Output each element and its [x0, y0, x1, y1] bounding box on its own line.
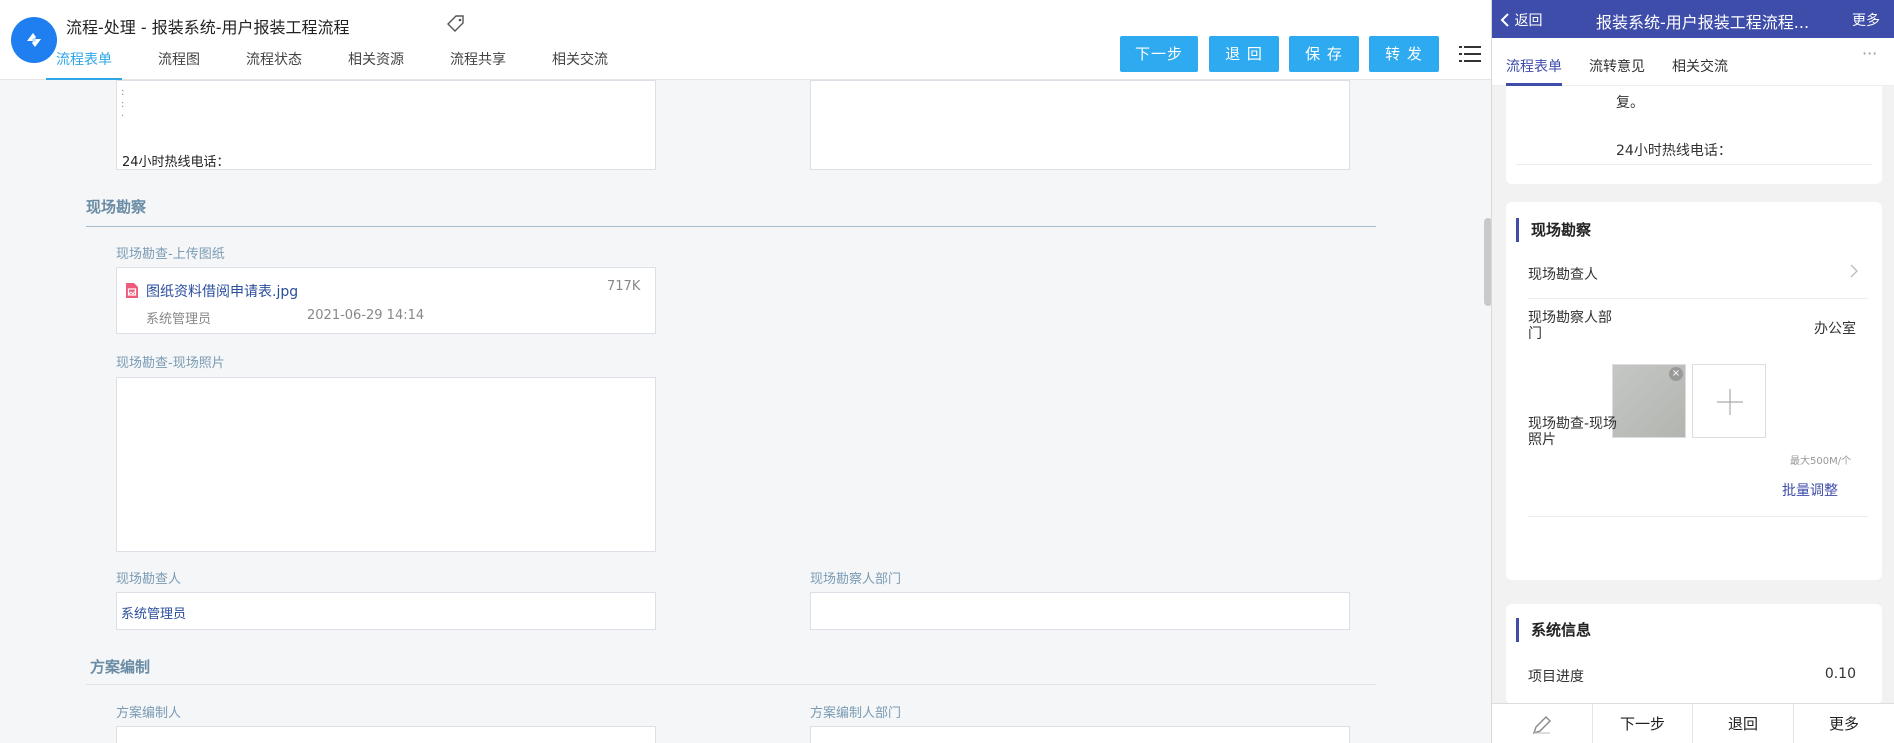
- attachment-size: 717K: [607, 279, 641, 294]
- plan-author-dept-label: 方案编制人部门: [810, 706, 902, 721]
- mobile-tab-form[interactable]: 流程表单: [1506, 56, 1562, 76]
- mobile-tab-discussion[interactable]: 相关交流: [1672, 56, 1728, 76]
- tab-resources[interactable]: 相关资源: [348, 50, 404, 80]
- mobile-section-title-system-info: 系统信息: [1516, 618, 1591, 642]
- form-area: :: · 24小时热线电话： 现场勘察 现场勘查-上传图纸 图纸资料借阅申请表.j…: [40, 80, 1428, 743]
- surveyor-dept-label: 现场勘察人部门: [810, 572, 902, 587]
- tab-discussion[interactable]: 相关交流: [552, 50, 608, 80]
- mobile-surveyor-label: 现场勘查人: [1528, 267, 1598, 283]
- attachment-file-link[interactable]: 图纸资料借阅申请表.jpg: [146, 281, 298, 301]
- mobile-title: 报装系统-用户报装工程流程...: [1596, 13, 1810, 32]
- mobile-return-button[interactable]: 退回: [1692, 704, 1793, 743]
- mobile-footer: 下一步 退回 更多: [1492, 703, 1894, 743]
- section-divider: [86, 684, 1376, 685]
- label-line: 现场勘察人部: [1528, 310, 1612, 326]
- plan-author-label: 方案编制人: [116, 706, 182, 721]
- surveyor-label: 现场勘查人: [116, 572, 182, 587]
- top-bar: 流程-处理 - 报装系统-用户报装工程流程 流程表单 流程图 流程状态 相关资源…: [0, 0, 1491, 80]
- mobile-hotline-card: 复。 24小时热线电话：: [1506, 86, 1882, 184]
- tab-flowchart[interactable]: 流程图: [158, 50, 200, 80]
- section-title-site-survey: 现场勘察: [86, 198, 147, 216]
- divider: [1528, 516, 1868, 517]
- label-line: 照片: [1528, 432, 1556, 448]
- attachment-uploader: 系统管理员: [146, 312, 212, 327]
- more-dots-icon[interactable]: ···: [1862, 44, 1877, 63]
- mobile-text-line1: 复。: [1616, 95, 1644, 111]
- divider: [1516, 164, 1872, 165]
- mobile-tab-comments[interactable]: 流转意见: [1589, 56, 1645, 76]
- surveyor-dept-field[interactable]: [810, 592, 1350, 630]
- mobile-header: 返回 报装系统-用户报装工程流程... 更多: [1492, 0, 1894, 38]
- mobile-surveyor-dept-label: 现场勘察人部 门: [1528, 310, 1612, 342]
- attachment-box: 图纸资料借阅申请表.jpg 717K 系统管理员 2021-06-29 14:1…: [116, 267, 656, 334]
- mobile-tab-bar: 流程表单 流转意见 相关交流 ···: [1492, 38, 1894, 86]
- mobile-progress-value: 0.10: [1824, 666, 1856, 682]
- mobile-section-title-site-survey: 现场勘察: [1516, 218, 1591, 242]
- chevron-right-icon[interactable]: [1850, 264, 1858, 282]
- site-photo-box[interactable]: [116, 377, 656, 552]
- surveyor-value[interactable]: 系统管理员: [121, 603, 186, 622]
- mobile-back-button[interactable]: 返回: [1500, 10, 1542, 30]
- scrollbar-thumb[interactable]: [1484, 218, 1491, 306]
- page-title: 流程-处理 - 报装系统-用户报装工程流程: [66, 18, 350, 37]
- mobile-system-info-card: 系统信息 项目进度 0.10: [1506, 604, 1882, 704]
- chevron-left-icon: [1500, 13, 1514, 29]
- plan-author-dept-field[interactable]: [810, 726, 1350, 743]
- mobile-text-line2: 24小时热线电话：: [1616, 143, 1732, 159]
- desktop-form-pane: :: · 24小时热线电话： 现场勘察 现场勘查-上传图纸 图纸资料借阅申请表.j…: [0, 0, 1492, 743]
- return-button[interactable]: 退 回: [1209, 36, 1279, 72]
- mobile-edit-button[interactable]: [1492, 704, 1592, 743]
- mobile-progress-label: 项目进度: [1528, 669, 1584, 685]
- tab-share[interactable]: 流程共享: [450, 50, 506, 80]
- mobile-preview-pane: 返回 报装系统-用户报装工程流程... 更多 流程表单 流转意见 相关交流 ··…: [1492, 0, 1894, 743]
- save-button[interactable]: 保 存: [1289, 36, 1359, 72]
- plus-icon: [1717, 389, 1743, 419]
- mobile-site-photo-label: 现场勘查-现场 照片: [1528, 416, 1617, 448]
- drawing-upload-label: 现场勘查-上传图纸: [116, 247, 225, 262]
- max-size-hint: 最大500M/个: [1790, 456, 1852, 467]
- surveyor-field[interactable]: 系统管理员: [116, 592, 656, 630]
- tag-icon[interactable]: [446, 14, 466, 34]
- attachment-time: 2021-06-29 14:14: [307, 308, 425, 323]
- pencil-icon: [1530, 715, 1554, 734]
- mobile-surveyor-dept-value: 办公室: [1814, 321, 1856, 337]
- site-photo-thumbnail[interactable]: ×: [1612, 364, 1686, 438]
- add-photo-button[interactable]: [1692, 364, 1766, 438]
- hotline-text: 24小时热线电话：: [122, 155, 230, 170]
- tab-bar: 流程表单 流程图 流程状态 相关资源 流程共享 相关交流: [46, 50, 654, 80]
- remove-photo-icon[interactable]: ×: [1669, 367, 1683, 381]
- mobile-back-label: 返回: [1514, 13, 1543, 29]
- mobile-site-survey-card: 现场勘察 现场勘查人 现场勘察人部 门 办公室 × 现场勘查-现场 照片 最大5…: [1506, 202, 1882, 580]
- section-divider: [86, 226, 1376, 227]
- label-line: 门: [1528, 326, 1542, 342]
- scrollbar-track[interactable]: [1482, 80, 1491, 743]
- label-line: 现场勘查-现场: [1528, 416, 1618, 432]
- mobile-more-button[interactable]: 更多: [1852, 10, 1880, 30]
- plan-author-field[interactable]: [116, 726, 656, 743]
- mobile-more-footer-button[interactable]: 更多: [1793, 704, 1894, 743]
- tab-status[interactable]: 流程状态: [246, 50, 302, 80]
- section-title-plan: 方案编制: [90, 658, 151, 676]
- batch-adjust-link[interactable]: 批量调整: [1782, 480, 1838, 500]
- forward-button[interactable]: 转 发: [1369, 36, 1439, 72]
- site-photo-label: 现场勘查-现场照片: [116, 356, 225, 371]
- right-text-box[interactable]: [810, 80, 1350, 170]
- mobile-next-step-button[interactable]: 下一步: [1592, 704, 1692, 743]
- divider: [1528, 298, 1868, 299]
- image-file-icon: [125, 282, 139, 299]
- tab-form[interactable]: 流程表单: [46, 50, 122, 80]
- next-step-button[interactable]: 下一步: [1120, 36, 1198, 72]
- overflow-dots: :: ·: [121, 87, 125, 122]
- list-menu-icon[interactable]: [1459, 44, 1481, 64]
- hotline-text-box: :: · 24小时热线电话：: [116, 80, 656, 170]
